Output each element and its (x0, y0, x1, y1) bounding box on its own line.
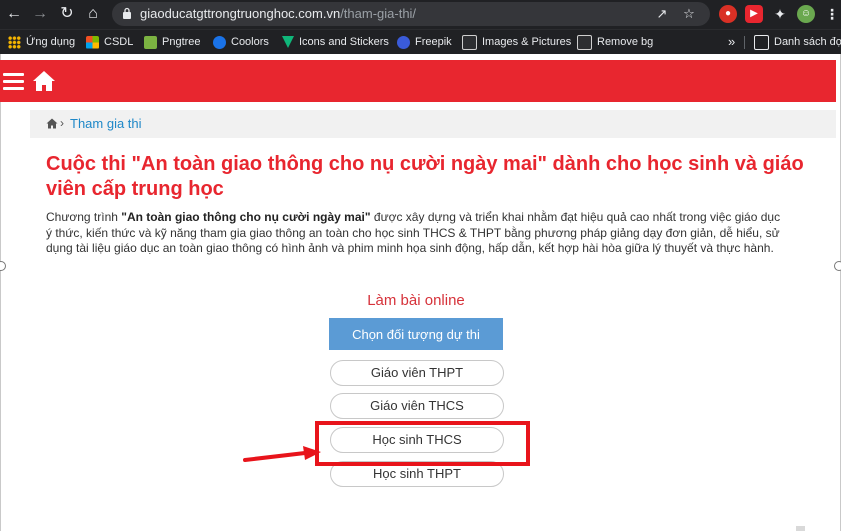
home-icon[interactable] (32, 70, 56, 92)
extension-video-icon[interactable]: ▶ (745, 5, 763, 23)
hamburger-menu-icon[interactable] (3, 73, 24, 90)
extension-record-icon[interactable]: ● (719, 5, 737, 23)
lock-icon[interactable] (122, 7, 132, 19)
pngtree-icon (144, 35, 157, 49)
share-icon[interactable]: ↗ (653, 5, 671, 23)
bookmark-star-icon[interactable]: ☆ (680, 5, 698, 23)
back-icon[interactable]: ← (4, 4, 24, 24)
bookmark-coolors[interactable]: Coolors (213, 34, 269, 50)
bookmarks-divider (744, 36, 745, 49)
extensions-puzzle-icon[interactable]: ✦ (771, 5, 789, 23)
scroll-handle[interactable] (796, 526, 805, 531)
intro-paragraph: Chương trình "An toàn giao thông cho nụ … (46, 210, 786, 257)
choose-participant-button[interactable]: Chọn đối tượng dự thi (329, 318, 503, 350)
overflow-chevron-icon: » (728, 34, 736, 49)
bookmark-freepik[interactable]: Freepik (397, 34, 452, 50)
coolors-icon (213, 35, 226, 49)
breadcrumb-home-icon[interactable] (46, 118, 58, 129)
breadcrumb: › Tham gia thi (30, 110, 836, 138)
flaticon-icon (282, 36, 294, 48)
reading-list-icon (754, 34, 769, 50)
bookmark-label: Freepik (415, 36, 452, 48)
bookmark-label: Danh sách đọc (774, 36, 841, 48)
url-domain: giaoducatgttrongtruonghoc.com.vn (140, 6, 341, 21)
site-header (0, 60, 836, 102)
bookmark-label: Images & Pictures (482, 36, 572, 48)
apps-grid-icon (8, 35, 21, 49)
bookmark-csdl[interactable]: CSDL (86, 34, 133, 50)
url-text[interactable]: giaoducatgttrongtruonghoc.com.vn/tham-gi… (140, 6, 416, 21)
images-icon (462, 34, 477, 50)
bookmark-icons-stickers[interactable]: Icons and Stickers (282, 34, 389, 50)
home-icon[interactable]: ⌂ (83, 4, 103, 24)
bookmark-images[interactable]: Images & Pictures (462, 34, 571, 50)
bookmark-pngtree[interactable]: Pngtree (144, 34, 201, 50)
online-test-heading: Làm bài online (367, 292, 465, 309)
option-teacher-thpt-button[interactable]: Giáo viên THPT (330, 360, 504, 386)
annotation-arrow-icon (243, 446, 321, 462)
bookmark-label: Icons and Stickers (299, 36, 389, 48)
breadcrumb-link[interactable]: Tham gia thi (70, 116, 142, 131)
browser-menu-icon[interactable]: ⋮ (823, 5, 841, 23)
bookmark-label: Pngtree (162, 36, 201, 48)
reload-icon[interactable]: ↻ (57, 4, 77, 24)
forward-icon[interactable]: → (30, 4, 50, 24)
bookmark-removebg[interactable]: Remove bg (577, 34, 653, 50)
bookmark-apps[interactable]: Ứng dụng (8, 34, 75, 50)
browser-toolbar: ← → ↻ ⌂ giaoducatgttrongtruonghoc.com.vn… (0, 0, 841, 29)
bookmark-label: CSDL (104, 36, 134, 48)
url-path: /tham-gia-thi/ (340, 6, 417, 21)
bookmarks-overflow[interactable]: » (728, 34, 735, 50)
bookmark-label: Coolors (231, 36, 269, 48)
intro-bold: "An toàn giao thông cho nụ cười ngày mai… (121, 210, 371, 224)
page-title: Cuộc thi "An toàn giao thông cho nụ cười… (46, 153, 804, 200)
bookmark-label: Remove bg (597, 36, 654, 48)
intro-prefix: Chương trình (46, 210, 122, 224)
profile-avatar-icon[interactable]: ☺ (797, 5, 815, 23)
page-left-edge (0, 54, 1, 531)
breadcrumb-separator: › (60, 116, 64, 130)
bookmarks-bar: Ứng dụng CSDL Pngtree Coolors Icons and … (0, 29, 841, 54)
bookmark-label: Ứng dụng (26, 36, 76, 48)
microsoft-icon (86, 35, 99, 49)
annotation-highlight-box (315, 421, 530, 466)
resize-handle-right[interactable] (834, 261, 841, 271)
bookmark-reading-list[interactable]: Danh sách đọc (754, 34, 841, 50)
option-teacher-thcs-button[interactable]: Giáo viên THCS (330, 393, 504, 419)
address-bar[interactable]: giaoducatgttrongtruonghoc.com.vn/tham-gi… (112, 2, 710, 26)
freepik-icon (397, 35, 410, 49)
removebg-icon (577, 34, 592, 50)
page-viewport: › Tham gia thi Cuộc thi "An toàn giao th… (0, 54, 841, 531)
